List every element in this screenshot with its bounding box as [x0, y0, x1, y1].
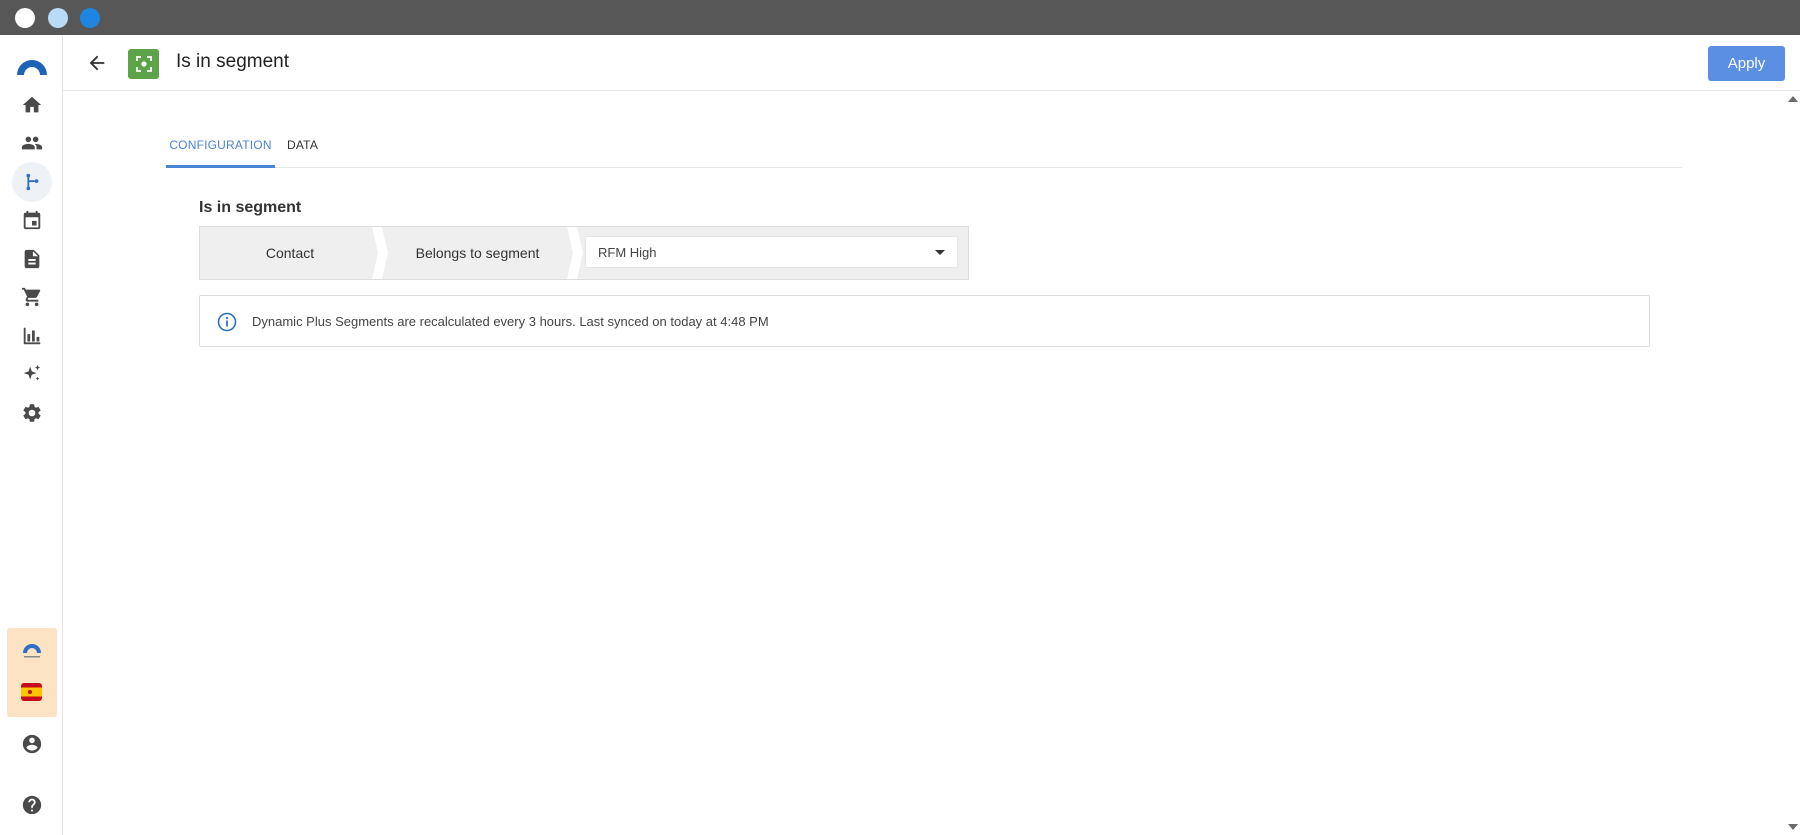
sidebar-item-settings[interactable] — [12, 393, 52, 433]
section-title: Is in segment — [199, 199, 302, 216]
window-maximize-button[interactable] — [80, 8, 100, 28]
sidebar — [0, 35, 63, 835]
sidebar-item-content[interactable] — [12, 239, 52, 279]
flow-icon — [26, 173, 39, 191]
help-icon — [22, 795, 42, 815]
people-icon — [21, 136, 43, 150]
tab-data[interactable]: DATA — [287, 128, 318, 168]
page-title: Is in segment — [176, 51, 289, 72]
window-minimize-button[interactable] — [48, 8, 68, 28]
segment-focus-icon — [135, 56, 152, 72]
tab-bar: CONFIGURATION DATA — [166, 128, 1682, 168]
chevron-separator-icon — [567, 227, 583, 279]
sidebar-item-flows[interactable] — [12, 162, 52, 202]
back-button[interactable] — [83, 49, 111, 77]
spain-flag-icon[interactable] — [21, 683, 42, 701]
page-header: Is in segment Apply — [63, 35, 1800, 91]
segment-select[interactable]: RFM High — [585, 236, 958, 268]
sidebar-item-calendar[interactable] — [12, 200, 52, 240]
info-banner: Dynamic Plus Segments are recalculated e… — [199, 295, 1650, 347]
window-titlebar — [0, 0, 1800, 35]
document-icon — [24, 249, 40, 269]
segment-rule: Contact Belongs to segment RFM High — [199, 226, 969, 280]
apply-button[interactable]: Apply — [1708, 46, 1785, 81]
calendar-icon — [23, 210, 41, 230]
app-logo[interactable] — [15, 55, 49, 77]
info-icon — [217, 312, 237, 332]
sidebar-item-contacts[interactable] — [12, 123, 52, 163]
segment-node-badge — [128, 49, 159, 79]
scroll-up-arrow[interactable] — [1788, 96, 1798, 102]
sidebar-item-ai[interactable] — [12, 354, 52, 394]
sidebar-item-analytics[interactable] — [12, 316, 52, 356]
window-close-button[interactable] — [15, 8, 35, 28]
tab-configuration[interactable]: CONFIGURATION — [166, 128, 275, 168]
caret-down-icon — [935, 250, 945, 255]
brand-mini-logo — [21, 642, 43, 660]
sidebar-item-home[interactable] — [12, 85, 52, 125]
promo-panel[interactable] — [7, 628, 57, 717]
segment-select-value: RFM High — [598, 245, 657, 260]
sparkle-icon — [23, 364, 41, 381]
sidebar-item-account[interactable] — [12, 724, 52, 764]
arrow-left-icon — [89, 55, 105, 71]
rule-condition-label: Belongs to segment — [415, 245, 540, 261]
sidebar-item-help[interactable] — [12, 785, 52, 825]
rule-entity-label: Contact — [265, 245, 315, 261]
home-icon — [22, 96, 42, 113]
info-message: Dynamic Plus Segments are recalculated e… — [252, 314, 769, 329]
cart-icon — [21, 287, 41, 307]
sidebar-item-commerce[interactable] — [12, 277, 52, 317]
account-icon — [22, 734, 42, 754]
scroll-down-arrow[interactable] — [1788, 824, 1798, 830]
gear-icon — [23, 404, 41, 422]
bar-chart-icon — [23, 327, 41, 345]
